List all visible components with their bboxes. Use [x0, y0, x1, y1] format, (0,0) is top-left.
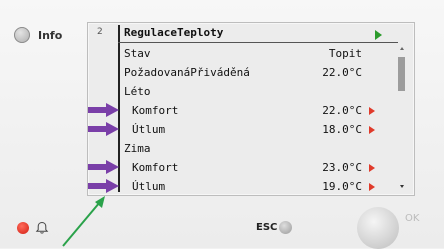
- menu-row-leto: Léto: [124, 83, 362, 101]
- row-label: Zima: [124, 142, 151, 155]
- menu-row-zima-utlum[interactable]: Útlum 19.0°C: [124, 178, 362, 196]
- row-label: Útlum: [132, 180, 166, 193]
- controller-panel: Info 2 RegulaceTeploty Stav Topit Požado…: [0, 0, 444, 249]
- row-value: 23.0°C: [322, 161, 362, 174]
- row-value: Topit: [328, 47, 362, 60]
- scroll-down-icon[interactable]: [400, 185, 404, 188]
- menu-row-leto-utlum[interactable]: Útlum 18.0°C: [124, 121, 362, 139]
- row-label: PožadovanáPřiváděná: [124, 66, 250, 79]
- row-value: 18.0°C: [322, 123, 362, 136]
- edit-arrow-icon[interactable]: [369, 164, 375, 172]
- purple-marker-arrow-icon: [88, 179, 119, 193]
- page-number: 2: [97, 27, 103, 37]
- ok-button[interactable]: [357, 207, 399, 249]
- menu-row-zima: Zima: [124, 140, 362, 158]
- row-value: 19.0°C: [322, 180, 362, 193]
- row-value: 22.0°C: [322, 104, 362, 117]
- edit-arrow-icon[interactable]: [369, 126, 375, 134]
- purple-marker-arrow-icon: [88, 160, 119, 174]
- row-label: Komfort: [132, 104, 179, 117]
- row-label: Léto: [124, 85, 151, 98]
- edit-arrow-icon[interactable]: [369, 183, 375, 191]
- scroll-thumb[interactable]: [398, 57, 405, 91]
- menu-row-leto-komfort[interactable]: Komfort 22.0°C: [124, 102, 362, 120]
- play-icon[interactable]: [375, 30, 382, 40]
- menu-row-stav[interactable]: Stav Topit: [124, 45, 362, 63]
- info-label: Info: [38, 28, 63, 42]
- row-value: 22.0°C: [322, 66, 362, 79]
- menu-row-pozadovana-privadena[interactable]: PožadovanáPřiváděná 22.0°C: [124, 64, 362, 82]
- alarm-led: [17, 222, 29, 234]
- screen-divider-horizontal: [118, 42, 398, 43]
- screen-title: RegulaceTeploty: [124, 26, 224, 39]
- esc-label: ESC: [256, 222, 278, 233]
- bell-icon[interactable]: [35, 221, 49, 235]
- info-button[interactable]: Info: [14, 27, 62, 43]
- menu-row-zima-komfort[interactable]: Komfort 23.0°C: [124, 159, 362, 177]
- lcd-screen: 2 RegulaceTeploty Stav Topit PožadovanáP…: [87, 22, 415, 196]
- purple-marker-arrow-icon: [88, 103, 119, 117]
- round-key-icon: [14, 27, 30, 43]
- row-label: Komfort: [132, 161, 179, 174]
- esc-button[interactable]: [279, 221, 292, 234]
- ok-label: OK: [405, 213, 420, 224]
- row-label: Stav: [124, 47, 151, 60]
- scrollbar[interactable]: [397, 45, 406, 192]
- row-label: Útlum: [132, 123, 166, 136]
- scroll-up-icon[interactable]: [400, 47, 404, 50]
- edit-arrow-icon[interactable]: [369, 107, 375, 115]
- purple-marker-arrow-icon: [88, 122, 119, 136]
